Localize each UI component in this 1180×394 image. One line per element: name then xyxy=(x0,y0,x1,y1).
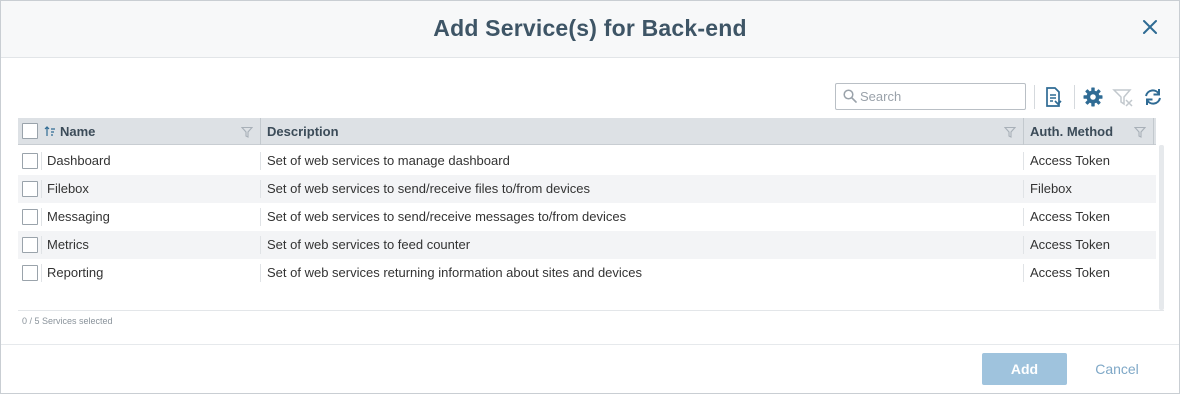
cell-divider xyxy=(1023,264,1024,282)
cell-name: Messaging xyxy=(47,209,110,224)
footer-divider xyxy=(1,344,1179,345)
row-checkbox[interactable] xyxy=(22,265,38,281)
table-row[interactable]: Messaging Set of web services to send/re… xyxy=(18,203,1156,231)
cell-divider xyxy=(260,152,261,170)
row-checkbox[interactable] xyxy=(22,209,38,225)
row-checkbox[interactable] xyxy=(22,237,38,253)
filter-icon[interactable] xyxy=(241,126,253,138)
cell-auth-method: Access Token xyxy=(1030,209,1110,224)
dialog-title: Add Service(s) for Back-end xyxy=(433,15,747,41)
cell-description: Set of web services returning informatio… xyxy=(267,265,643,280)
grid-header: Name Description Auth. Method xyxy=(18,118,1156,145)
cell-description: Set of web services to send/receive mess… xyxy=(267,209,627,224)
services-grid: Name Description Auth. Method Dashboard … xyxy=(18,118,1164,311)
cell-description: Set of web services to send/receive file… xyxy=(267,181,590,196)
cell-auth-method: Filebox xyxy=(1030,181,1072,196)
cell-divider xyxy=(260,180,261,198)
filter-icon[interactable] xyxy=(1134,126,1146,138)
cancel-button[interactable]: Cancel xyxy=(1081,353,1153,385)
table-row[interactable]: Filebox Set of web services to send/rece… xyxy=(18,175,1156,203)
table-row[interactable]: Dashboard Set of web services to manage … xyxy=(18,147,1156,175)
search-box[interactable] xyxy=(835,83,1026,110)
search-icon xyxy=(843,89,857,103)
column-header-description[interactable]: Description xyxy=(267,118,1007,145)
selection-status: 0 / 5 Services selected xyxy=(22,316,113,326)
cell-description: Set of web services to manage dashboard xyxy=(267,153,510,168)
cell-divider xyxy=(260,264,261,282)
cell-divider xyxy=(41,180,42,198)
column-divider xyxy=(260,118,261,145)
search-input[interactable] xyxy=(860,87,1020,106)
cell-divider xyxy=(41,208,42,226)
sort-ascending-icon[interactable] xyxy=(44,126,56,137)
toolbar-divider xyxy=(1034,85,1035,109)
cell-name: Metrics xyxy=(47,237,89,252)
cell-divider xyxy=(41,152,42,170)
cell-divider xyxy=(260,208,261,226)
table-row[interactable]: Reporting Set of web services returning … xyxy=(18,259,1156,287)
cell-auth-method: Access Token xyxy=(1030,237,1110,252)
cell-auth-method: Access Token xyxy=(1030,265,1110,280)
select-all-checkbox[interactable] xyxy=(22,123,38,139)
dialog-header: Add Service(s) for Back-end xyxy=(1,1,1179,58)
row-checkbox[interactable] xyxy=(22,181,38,197)
cell-description: Set of web services to feed counter xyxy=(267,237,471,252)
cell-name: Filebox xyxy=(47,181,89,196)
cell-divider xyxy=(41,236,42,254)
toolbar-divider xyxy=(1074,85,1075,109)
cell-divider xyxy=(1023,208,1024,226)
gear-icon[interactable] xyxy=(1082,86,1104,108)
row-checkbox[interactable] xyxy=(22,153,38,169)
add-service-dialog: Add Service(s) for Back-end Search Name … xyxy=(0,0,1180,394)
add-button[interactable]: Add xyxy=(982,353,1067,385)
export-icon[interactable] xyxy=(1042,86,1064,108)
cell-divider xyxy=(1023,180,1024,198)
vertical-scrollbar[interactable] xyxy=(1159,145,1164,310)
column-header-name[interactable]: Name xyxy=(60,118,250,145)
refresh-icon[interactable] xyxy=(1142,86,1164,108)
cell-name: Reporting xyxy=(47,265,104,280)
close-icon[interactable] xyxy=(1141,18,1159,36)
column-divider xyxy=(1023,118,1024,145)
cell-divider xyxy=(1023,236,1024,254)
grid-toolbar xyxy=(1,83,1179,111)
table-row[interactable]: Metrics Set of web services to feed coun… xyxy=(18,231,1156,259)
cell-auth-method: Access Token xyxy=(1030,153,1110,168)
cell-name: Dashboard xyxy=(47,153,111,168)
column-header-auth-method[interactable]: Auth. Method xyxy=(1030,118,1140,145)
cell-divider xyxy=(41,264,42,282)
clear-filter-icon[interactable] xyxy=(1112,86,1134,108)
cell-divider xyxy=(1023,152,1024,170)
cell-divider xyxy=(260,236,261,254)
column-divider xyxy=(1153,118,1154,145)
filter-icon[interactable] xyxy=(1004,126,1016,138)
